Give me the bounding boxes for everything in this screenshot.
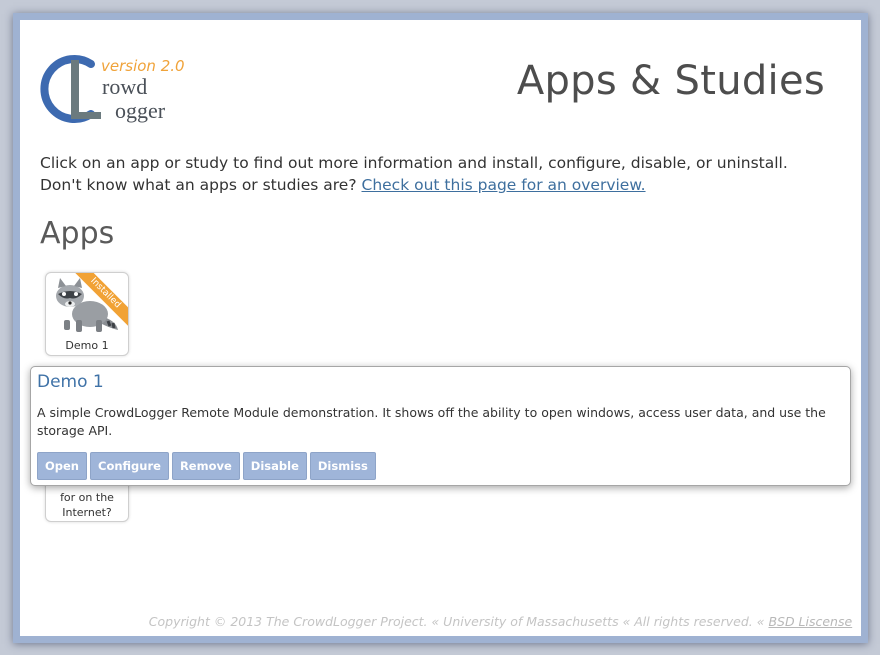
popup-actions: Open Configure Remove Disable Dismiss: [37, 452, 376, 480]
configure-button[interactable]: Configure: [90, 452, 169, 480]
browser-window: version 2.0 rowd ogger Apps & Studies Cl…: [13, 13, 868, 643]
app-details-popup: Demo 1 A simple CrowdLogger Remote Modul…: [30, 366, 851, 486]
logo-version: version 2.0: [101, 57, 185, 75]
app-tile-label: Demo 1: [65, 339, 109, 352]
overview-link[interactable]: Check out this page for an overview.: [362, 176, 646, 194]
open-button[interactable]: Open: [37, 452, 87, 480]
logo-rowd: rowd: [102, 74, 148, 99]
footer-copyright: Copyright © 2013 The CrowdLogger Project…: [148, 614, 765, 629]
intro-text: Click on an app or study to find out mor…: [40, 152, 830, 196]
crowdlogger-logo: version 2.0 rowd ogger: [39, 50, 189, 126]
page-content: version 2.0 rowd ogger Apps & Studies Cl…: [20, 20, 861, 636]
footer: Copyright © 2013 The CrowdLogger Project…: [20, 614, 861, 629]
remove-button[interactable]: Remove: [171, 452, 240, 480]
apps-section-title: Apps: [40, 216, 115, 251]
popup-description: A simple CrowdLogger Remote Module demon…: [37, 405, 826, 438]
study-tile-label-line1: for on the: [60, 491, 114, 504]
app-tile-demo-1[interactable]: Installed Demo 1: [45, 272, 129, 356]
logo-ogger: ogger: [115, 98, 166, 123]
license-link[interactable]: BSD Liscense: [768, 614, 852, 629]
page-title: Apps & Studies: [516, 58, 825, 104]
popup-title: Demo 1: [37, 372, 104, 392]
study-tile-label-line2: Internet?: [62, 506, 112, 519]
disable-button[interactable]: Disable: [242, 452, 307, 480]
dismiss-button[interactable]: Dismiss: [309, 452, 376, 480]
